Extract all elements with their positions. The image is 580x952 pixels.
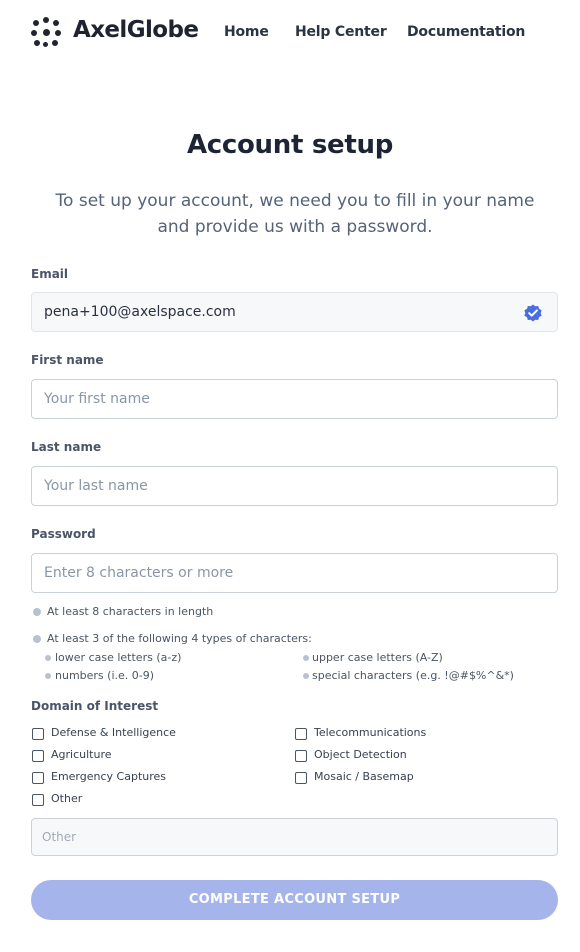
password-label: Password: [31, 527, 96, 541]
rule-status-dot: [303, 673, 309, 679]
domain-of-interest-label: Domain of Interest: [31, 699, 159, 713]
checkbox-label: Mosaic / Basemap: [314, 770, 414, 783]
checkbox[interactable]: [32, 794, 44, 806]
email-label: Email: [31, 267, 69, 281]
rule-lower: lower case letters (a-z): [55, 651, 182, 664]
page-title: Account setup: [186, 130, 394, 160]
logo-dot: [53, 20, 59, 26]
top-nav: AxelGlobe Home Help Center Documentation: [0, 0, 580, 66]
rule-types: At least 3 of the following 4 types of c…: [47, 632, 312, 645]
logo-dot: [34, 40, 40, 46]
first-name-field[interactable]: Your first name: [31, 379, 558, 419]
nav-link-home[interactable]: Home: [224, 24, 269, 40]
brand-name[interactable]: AxelGlobe: [73, 17, 199, 43]
rule-status-dot: [303, 655, 309, 661]
rule-upper: upper case letters (A-Z): [312, 651, 443, 664]
other-domain-input[interactable]: Other: [31, 818, 558, 856]
logo-dot: [55, 30, 61, 36]
checkbox-label: Emergency Captures: [51, 770, 167, 783]
first-name-placeholder: Your first name: [44, 391, 150, 407]
logo-dot: [43, 17, 49, 23]
logo-dot: [43, 29, 50, 36]
page-subtitle: To set up your account, we need you to f…: [55, 191, 535, 237]
nav-link-help-center[interactable]: Help Center: [295, 24, 387, 40]
checkbox-label: Agriculture: [51, 748, 112, 761]
logo-dot: [43, 42, 48, 47]
other-domain-placeholder: Other: [42, 830, 77, 844]
checkbox[interactable]: [32, 728, 44, 740]
rule-status-dot: [33, 608, 41, 616]
email-field: pena+100@axelspace.com: [31, 292, 558, 332]
checkbox[interactable]: [32, 772, 44, 784]
first-name-label: First name: [31, 353, 104, 367]
logo-dot: [52, 40, 58, 46]
last-name-label: Last name: [31, 440, 102, 454]
rule-status-dot: [45, 673, 51, 679]
logo-dot: [33, 20, 39, 26]
checkbox[interactable]: [295, 728, 307, 740]
email-value: pena+100@axelspace.com: [44, 304, 236, 320]
checkbox-label: Defense & Intelligence: [51, 726, 176, 739]
logo-dot: [31, 30, 37, 36]
checkbox-label: Telecommunications: [314, 726, 427, 739]
nav-link-documentation[interactable]: Documentation: [407, 24, 525, 40]
rule-status-dot: [45, 655, 51, 661]
rule-numbers: numbers (i.e. 0-9): [55, 669, 155, 682]
checkbox-label: Object Detection: [314, 748, 407, 761]
rule-status-dot: [33, 635, 41, 643]
complete-account-setup-button[interactable]: COMPLETE ACCOUNT SETUP: [31, 880, 558, 920]
rule-length: At least 8 characters in length: [47, 605, 214, 618]
checkbox-label: Other: [51, 792, 83, 805]
password-placeholder: Enter 8 characters or more: [44, 565, 234, 581]
last-name-placeholder: Your last name: [44, 478, 148, 494]
checkbox[interactable]: [32, 750, 44, 762]
checkbox[interactable]: [295, 750, 307, 762]
verified-badge-icon: [524, 304, 542, 322]
rule-special: special characters (e.g. !@#$%^&*): [312, 669, 514, 682]
checkbox[interactable]: [295, 772, 307, 784]
password-field[interactable]: Enter 8 characters or more: [31, 553, 558, 593]
axelglobe-logo-icon[interactable]: [31, 17, 61, 47]
last-name-field[interactable]: Your last name: [31, 466, 558, 506]
